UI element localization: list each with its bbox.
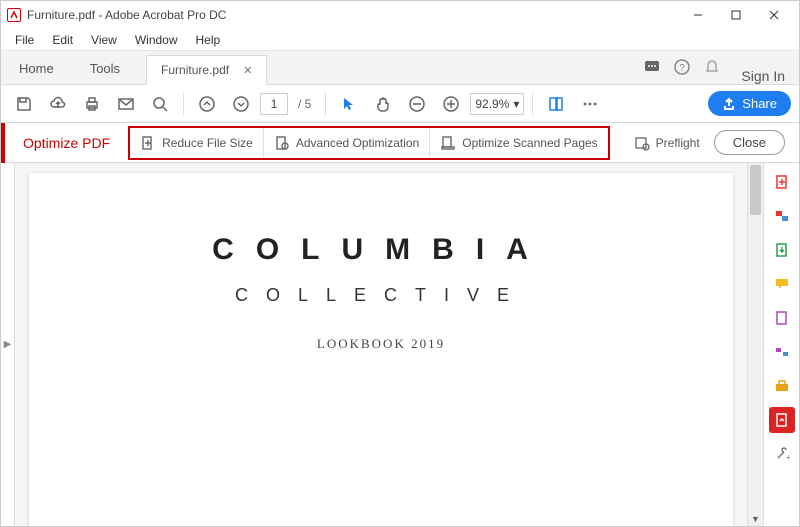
tab-document-label: Furniture.pdf: [161, 63, 229, 77]
optimize-pdf-icon[interactable]: [769, 407, 795, 433]
more-tools-icon[interactable]: +: [769, 441, 795, 467]
help-icon[interactable]: ?: [667, 50, 697, 84]
work-area: ▶ COLUMBIA COLLECTIVE LOOKBOOK 2019 INSP…: [1, 163, 799, 526]
page-total: / 5: [298, 97, 311, 111]
print-icon[interactable]: [77, 89, 107, 119]
svg-text:+: +: [786, 453, 790, 462]
close-panel-button[interactable]: Close: [714, 130, 785, 155]
fit-width-icon[interactable]: [541, 89, 571, 119]
save-icon[interactable]: [9, 89, 39, 119]
export-pdf-icon[interactable]: [769, 237, 795, 263]
doc-title: COLUMBIA: [69, 233, 693, 267]
optimize-bar: Optimize PDF Reduce File Size Advanced O…: [1, 123, 799, 163]
page-up-icon[interactable]: [192, 89, 222, 119]
svg-text:?: ?: [680, 63, 686, 74]
comment-icon[interactable]: [769, 271, 795, 297]
maximize-button[interactable]: [717, 1, 755, 29]
doc-subtitle: COLLECTIVE: [69, 285, 693, 306]
doc-lookbook: LOOKBOOK 2019: [69, 336, 693, 352]
zoom-in-icon[interactable]: [436, 89, 466, 119]
page-number-input[interactable]: [260, 93, 288, 115]
tab-document[interactable]: Furniture.pdf ✕: [146, 55, 267, 85]
left-gutter-toggle[interactable]: ▶: [1, 163, 15, 526]
menu-help[interactable]: Help: [188, 31, 229, 49]
tab-tools[interactable]: Tools: [72, 53, 138, 84]
menu-file[interactable]: File: [7, 31, 42, 49]
acrobat-icon: [7, 8, 21, 22]
create-pdf-icon[interactable]: [769, 169, 795, 195]
document-canvas[interactable]: COLUMBIA COLLECTIVE LOOKBOOK 2019 INSPIR…: [15, 163, 747, 526]
title-bar: Furniture.pdf - Adobe Acrobat Pro DC: [1, 1, 799, 29]
combine-icon[interactable]: [769, 203, 795, 229]
preflight-button[interactable]: Preflight: [622, 135, 712, 151]
menu-edit[interactable]: Edit: [44, 31, 81, 49]
tab-row: Home Tools Furniture.pdf ✕ ? Sign In: [1, 51, 799, 85]
sign-in-button[interactable]: Sign In: [727, 68, 799, 84]
close-window-button[interactable]: [755, 1, 793, 29]
window-title: Furniture.pdf - Adobe Acrobat Pro DC: [27, 8, 226, 22]
tab-close-icon[interactable]: ✕: [243, 64, 252, 77]
tab-home[interactable]: Home: [1, 53, 72, 84]
optimize-label: Optimize PDF: [5, 135, 128, 151]
pointer-icon[interactable]: [334, 89, 364, 119]
cloud-icon[interactable]: [43, 89, 73, 119]
page-down-icon[interactable]: [226, 89, 256, 119]
zoom-select[interactable]: 92.9%▾: [470, 93, 524, 115]
chevron-down-icon: ▾: [513, 97, 519, 111]
minimize-button[interactable]: [679, 1, 717, 29]
pdf-page: COLUMBIA COLLECTIVE LOOKBOOK 2019 INSPIR…: [29, 173, 733, 526]
more-icon[interactable]: [575, 89, 605, 119]
mail-icon[interactable]: [111, 89, 141, 119]
search-icon[interactable]: [145, 89, 175, 119]
protect-icon[interactable]: [769, 373, 795, 399]
vertical-scrollbar[interactable]: ▲ ▼: [747, 163, 763, 526]
hand-icon[interactable]: [368, 89, 398, 119]
menu-view[interactable]: View: [83, 31, 125, 49]
menu-bar: File Edit View Window Help: [1, 29, 799, 51]
redact-icon[interactable]: [769, 339, 795, 365]
right-tool-rail: +: [763, 163, 799, 526]
scroll-thumb[interactable]: [750, 165, 761, 215]
organize-icon[interactable]: [769, 305, 795, 331]
advanced-optimization-button[interactable]: Advanced Optimization: [263, 128, 429, 158]
share-button[interactable]: Share: [708, 91, 791, 116]
reduce-file-size-button[interactable]: Reduce File Size: [130, 128, 263, 158]
bell-icon[interactable]: [697, 50, 727, 84]
scroll-down-icon[interactable]: ▼: [748, 512, 763, 526]
menu-window[interactable]: Window: [127, 31, 186, 49]
chat-icon[interactable]: [637, 50, 667, 84]
main-toolbar: / 5 92.9%▾ Share: [1, 85, 799, 123]
optimize-group: Reduce File Size Advanced Optimization O…: [128, 126, 610, 160]
optimize-scanned-button[interactable]: Optimize Scanned Pages: [429, 128, 607, 158]
zoom-out-icon[interactable]: [402, 89, 432, 119]
